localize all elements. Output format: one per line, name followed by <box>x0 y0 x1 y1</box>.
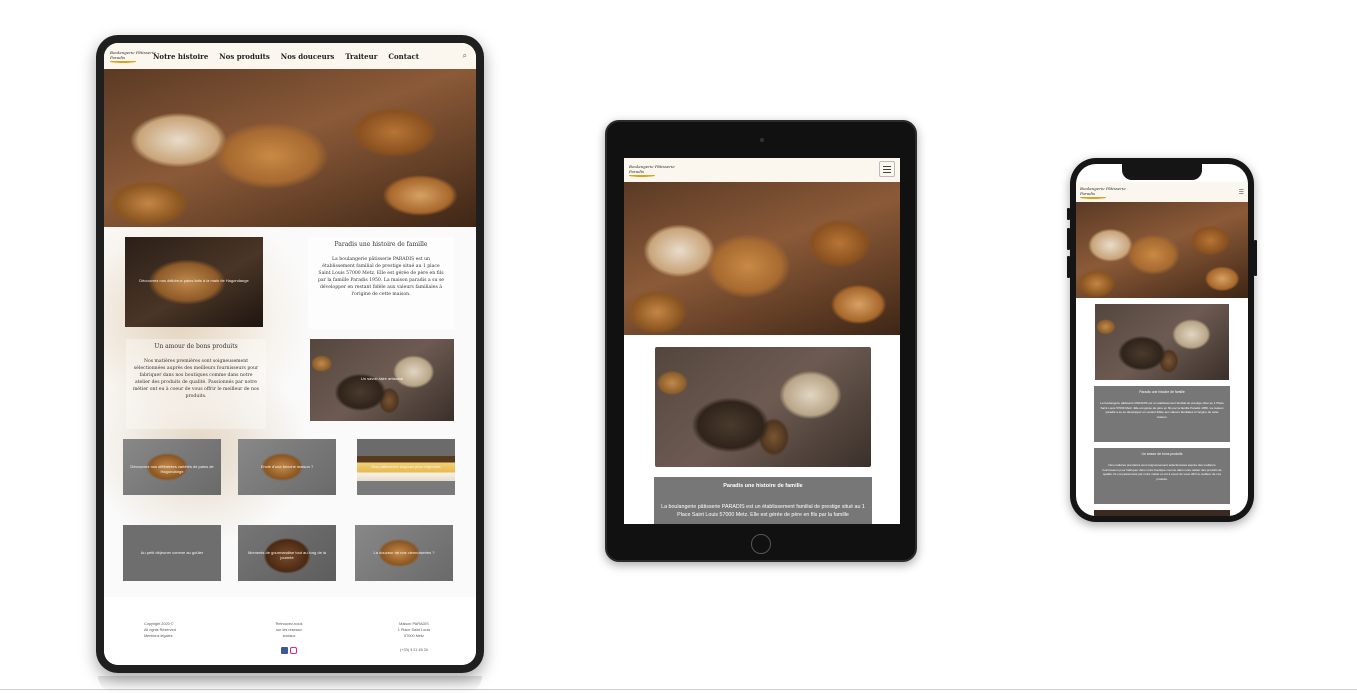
tablet-screen: Boulangerie Pâtisserie Paradis Paradis u… <box>624 158 900 524</box>
large-tablet-screen: Boulangerie Pâtisserie Paradis Notre his… <box>104 43 476 665</box>
desktop-footer: Copyright 2020 © All rights Reserved Men… <box>104 597 476 665</box>
tablet-camera <box>760 138 764 142</box>
hamburger-menu-icon[interactable] <box>879 161 895 177</box>
phone-notch <box>1122 164 1202 180</box>
product-tile[interactable]: Nos pâtisseries toujours plus originales <box>357 439 455 495</box>
nav-notre-histoire[interactable]: Notre histoire <box>153 52 208 61</box>
history-card: Paradis une histoire de famille La boula… <box>654 477 872 524</box>
bread-hands-image: Découvrez nos délicieux pains faits à la… <box>125 237 263 327</box>
phone-side-button <box>1067 208 1070 220</box>
history-card: Paradis une histoire de famille La boula… <box>1094 386 1230 442</box>
history-title: Paradis une histoire de famille <box>723 483 803 489</box>
bread-table-image: Un savoir-faire artisanal <box>310 339 454 421</box>
quality-text: Nos matières premières sont soigneusemen… <box>132 359 260 399</box>
quality-title: Un amour de bons produits <box>1141 452 1183 456</box>
logo-line2: Paradis <box>110 54 126 60</box>
product-tile[interactable]: La douceur de nos viennoiseries ? <box>355 525 453 581</box>
footer-mentions-link[interactable]: Mentions légales <box>144 633 176 639</box>
home-button[interactable] <box>751 534 771 554</box>
tablet-device: Boulangerie Pâtisserie Paradis Paradis u… <box>605 120 917 562</box>
desktop-navbar: Boulangerie Pâtisserie Paradis Notre his… <box>104 43 476 69</box>
product-tile[interactable]: Envie d'une brioche maison ? <box>238 439 336 495</box>
footer-address-city: 57000 Metz <box>404 634 424 638</box>
instagram-icon[interactable] <box>290 647 297 654</box>
mockup-stage: Boulangerie Pâtisserie Paradis Notre his… <box>0 0 1357 693</box>
intro-caption: Découvrez nos délicieux pains faits à la… <box>139 277 249 283</box>
phone-screen: Boulangerie Pâtisserie Paradis ☰ Paradis… <box>1076 164 1248 516</box>
history-title: Paradis une histoire de famille <box>1139 390 1185 394</box>
tile-caption: Découvrez nos différentes variétés de pa… <box>130 464 214 475</box>
history-text: La boulangerie pâtisserie PARADIS est un… <box>661 504 865 518</box>
phone-device: Boulangerie Pâtisserie Paradis ☰ Paradis… <box>1067 158 1257 522</box>
logo-swash <box>1080 196 1106 199</box>
tile-caption: La douceur de nos viennoiseries ? <box>373 550 435 556</box>
nav-contact[interactable]: Contact <box>388 52 419 61</box>
tablet-navbar: Boulangerie Pâtisserie Paradis <box>624 158 900 182</box>
quality-card: Un amour de bons produits Nos matières p… <box>1094 448 1230 504</box>
logo-line2: Paradis <box>1080 190 1096 196</box>
quality-text: Nos matières premières sont soigneusemen… <box>1102 463 1222 481</box>
bread-table-image <box>1095 304 1229 380</box>
history-card: Paradis une histoire de famille La boula… <box>308 237 454 329</box>
hamburger-menu-icon[interactable]: ☰ <box>1239 189 1244 196</box>
hero-croissants-image <box>1076 202 1248 298</box>
social-links <box>264 647 314 654</box>
search-icon[interactable]: ⌕ <box>463 51 467 61</box>
nav-nos-douceurs[interactable]: Nos douceurs <box>281 52 335 61</box>
nav-nos-produits[interactable]: Nos produits <box>219 52 270 61</box>
nav-traiteur[interactable]: Traiteur <box>345 52 377 61</box>
logo-line2: Paradis <box>629 168 645 174</box>
quality-title: Un amour de bons produits <box>154 343 238 350</box>
tile-caption: Moments de gourmandise tout au long de l… <box>247 550 327 561</box>
footer-social: Retrouvez-nous sur les réseaux sociaux <box>264 621 314 654</box>
footer-address: Maison PARADIS 1 Place Saint Louis 57000… <box>386 621 442 653</box>
brand-logo[interactable]: Boulangerie Pâtisserie Paradis <box>629 162 675 178</box>
tile-caption: Nos pâtisseries toujours plus originales <box>371 464 441 470</box>
phone-volume-down <box>1067 256 1070 278</box>
device-reflection <box>98 676 482 692</box>
tile-caption: Envie d'une brioche maison ? <box>260 464 314 470</box>
history-title: Paradis une histoire de famille <box>334 241 428 248</box>
product-tile[interactable]: Découvrez nos différentes variétés de pa… <box>123 439 221 495</box>
phone-navbar: Boulangerie Pâtisserie Paradis ☰ <box>1076 182 1248 202</box>
product-tile[interactable]: Au petit déjeuner comme au goûter <box>123 525 221 581</box>
next-section-strip <box>1094 510 1230 516</box>
history-text: La boulangerie pâtisserie PARADIS est un… <box>317 257 445 297</box>
footer-legal: Copyright 2020 © All rights Reserved Men… <box>144 621 176 639</box>
bread-caption: Un savoir-faire artisanal <box>360 375 404 381</box>
logo-swash <box>110 60 136 63</box>
quality-card: Un amour de bons produits Nos matières p… <box>126 339 266 429</box>
phone-power-button <box>1254 240 1257 276</box>
history-text: La boulangerie pâtisserie PARADIS est un… <box>1100 401 1224 419</box>
desktop-content: Découvrez nos délicieux pains faits à la… <box>104 227 476 597</box>
hero-croissants-image <box>104 69 476 227</box>
hero-croissants-image <box>624 182 900 335</box>
large-tablet-device: Boulangerie Pâtisserie Paradis Notre his… <box>96 35 484 673</box>
tile-caption: Au petit déjeuner comme au goûter <box>140 550 204 556</box>
footer-phone: (+33) 3 21 45 20 <box>400 648 428 652</box>
phone-volume-up <box>1067 228 1070 250</box>
product-tile[interactable]: Moments de gourmandise tout au long de l… <box>238 525 336 581</box>
facebook-icon[interactable] <box>281 647 288 654</box>
footer-social-line3: sociaux <box>282 634 296 638</box>
brand-logo[interactable]: Boulangerie Pâtisserie Paradis <box>110 48 156 64</box>
brand-logo[interactable]: Boulangerie Pâtisserie Paradis <box>1080 184 1126 200</box>
logo-swash <box>629 174 655 177</box>
bread-table-image <box>655 347 871 467</box>
